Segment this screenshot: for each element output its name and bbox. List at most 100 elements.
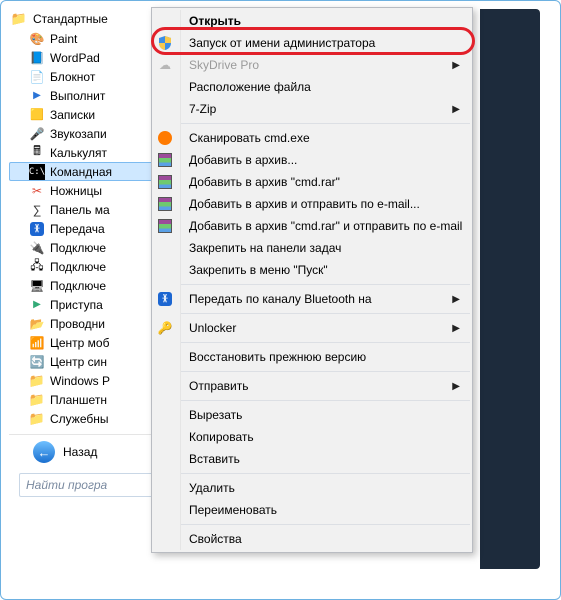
skydrive-icon (157, 57, 173, 73)
start-icon (29, 297, 45, 313)
tree-item-label: Проводни (50, 317, 105, 331)
tree-item[interactable]: Paint (9, 29, 169, 48)
sync-icon (29, 354, 45, 370)
folder-icon (11, 11, 27, 27)
back-button[interactable]: Назад (9, 434, 169, 469)
tree-item[interactable]: Центр моб (9, 333, 169, 352)
avast-icon (157, 130, 173, 146)
cmd-icon (29, 164, 45, 180)
menu-item[interactable]: Открыть (181, 10, 470, 32)
tree-item[interactable]: Подключе (9, 238, 169, 257)
note-icon (29, 69, 45, 85)
winrar-icon (157, 196, 173, 212)
menu-item[interactable]: Вырезать (181, 404, 470, 426)
search-placeholder-text: Найти програ (26, 478, 107, 492)
menu-item-label: Закрепить в меню "Пуск" (189, 263, 470, 277)
menu-item[interactable]: Сканировать cmd.exe (181, 127, 470, 149)
tree-item[interactable]: Выполнит (9, 86, 169, 105)
menu-item-label: SkyDrive Pro (189, 58, 452, 72)
calc-icon (29, 145, 45, 161)
uac-shield-icon (157, 35, 173, 51)
menu-item-label: Запуск от имени администратора (189, 36, 470, 50)
start-menu-side-strip (480, 9, 540, 569)
tree-item-label: Подключе (50, 241, 106, 255)
net-icon (29, 240, 45, 256)
tree-item[interactable]: Проводни (9, 314, 169, 333)
winrar-icon (157, 174, 173, 190)
tree-item-label: Панель ма (50, 203, 110, 217)
menu-item[interactable]: Добавить в архив "cmd.rar" и отправить п… (181, 215, 470, 237)
unlocker-icon (157, 320, 173, 336)
tree-item[interactable]: Калькулят (9, 143, 169, 162)
submenu-arrow-icon: ▶ (452, 323, 460, 334)
tree-item-label: Блокнот (50, 70, 95, 84)
menu-item[interactable]: 7-Zip▶ (181, 98, 470, 120)
scissor-icon (29, 183, 45, 199)
tree-item[interactable]: Приступа (9, 295, 169, 314)
menu-item[interactable]: Закрепить в меню "Пуск" (181, 259, 470, 281)
menu-item[interactable]: Запуск от имени администратора (181, 32, 470, 54)
tree-item[interactable]: Подключе (9, 276, 169, 295)
tree-item[interactable]: Ножницы (9, 181, 169, 200)
menu-item[interactable]: Копировать (181, 426, 470, 448)
menu-item-label: Переименовать (189, 503, 470, 517)
tree-item[interactable]: WordPad (9, 48, 169, 67)
tree-item[interactable]: Командная (9, 162, 169, 181)
menu-item-label: Закрепить на панели задач (189, 241, 470, 255)
menu-separator (181, 473, 470, 474)
menu-item-label: Unlocker (189, 321, 452, 335)
bluetooth-icon (157, 291, 173, 307)
menu-separator (181, 313, 470, 314)
menu-separator (181, 400, 470, 401)
tree-item[interactable]: Планшетн (9, 390, 169, 409)
menu-item[interactable]: Unlocker▶ (181, 317, 470, 339)
menu-item[interactable]: Закрепить на панели задач (181, 237, 470, 259)
menu-item[interactable]: Свойства (181, 528, 470, 550)
run-icon (29, 88, 45, 104)
tree-root-label: Стандартные (33, 12, 108, 26)
search-input[interactable]: Найти програ (19, 473, 169, 497)
menu-item[interactable]: Расположение файла (181, 76, 470, 98)
menu-item-label: Копировать (189, 430, 470, 444)
menu-item[interactable]: Переименовать (181, 499, 470, 521)
wordpad-icon (29, 50, 45, 66)
tree-item[interactable]: Панель ма (9, 200, 169, 219)
menu-item: SkyDrive Pro▶ (181, 54, 470, 76)
tree-item-label: Звукозапи (50, 127, 107, 141)
menu-item[interactable]: Удалить (181, 477, 470, 499)
submenu-arrow-icon: ▶ (452, 60, 460, 71)
folder-icon (29, 373, 45, 389)
mob-icon (29, 335, 45, 351)
menu-item-label: Отправить (189, 379, 452, 393)
menu-item[interactable]: Передать по каналу Bluetooth на▶ (181, 288, 470, 310)
rdp-icon (29, 278, 45, 294)
menu-item-label: Расположение файла (189, 80, 470, 94)
menu-item[interactable]: Восстановить прежнюю версию (181, 346, 470, 368)
menu-item[interactable]: Добавить в архив и отправить по e-mail..… (181, 193, 470, 215)
menu-item-label: Открыть (189, 14, 470, 28)
tree-item-label: Записки (50, 108, 95, 122)
menu-item-label: Добавить в архив "cmd.rar" и отправить п… (189, 219, 470, 233)
menu-item[interactable]: Добавить в архив "cmd.rar" (181, 171, 470, 193)
tree-item[interactable]: Звукозапи (9, 124, 169, 143)
menu-item[interactable]: Вставить (181, 448, 470, 470)
context-menu: Открыть Запуск от имени администратора Sky… (151, 7, 473, 553)
menu-item-label: Восстановить прежнюю версию (189, 350, 470, 364)
programs-tree: Стандартные Paint WordPad Блокнот Выполнит З… (9, 9, 169, 503)
menu-item-label: Передать по каналу Bluetooth на (189, 292, 452, 306)
tree-item[interactable]: Передача (9, 219, 169, 238)
tree-item-label: Передача (50, 222, 105, 236)
tree-item[interactable]: Центр син (9, 352, 169, 371)
programs-tree-root[interactable]: Стандартные (9, 9, 169, 29)
tree-item-label: Служебны (50, 412, 109, 426)
back-label: Назад (63, 445, 97, 459)
tree-item[interactable]: Записки (9, 105, 169, 124)
tree-item[interactable]: Блокнот (9, 67, 169, 86)
tree-item-label: Paint (50, 32, 77, 46)
menu-item[interactable]: Добавить в архив... (181, 149, 470, 171)
tree-item[interactable]: Подключе (9, 257, 169, 276)
menu-item-label: Добавить в архив "cmd.rar" (189, 175, 470, 189)
tree-item[interactable]: Служебны (9, 409, 169, 428)
menu-item[interactable]: Отправить▶ (181, 375, 470, 397)
tree-item[interactable]: Windows P (9, 371, 169, 390)
